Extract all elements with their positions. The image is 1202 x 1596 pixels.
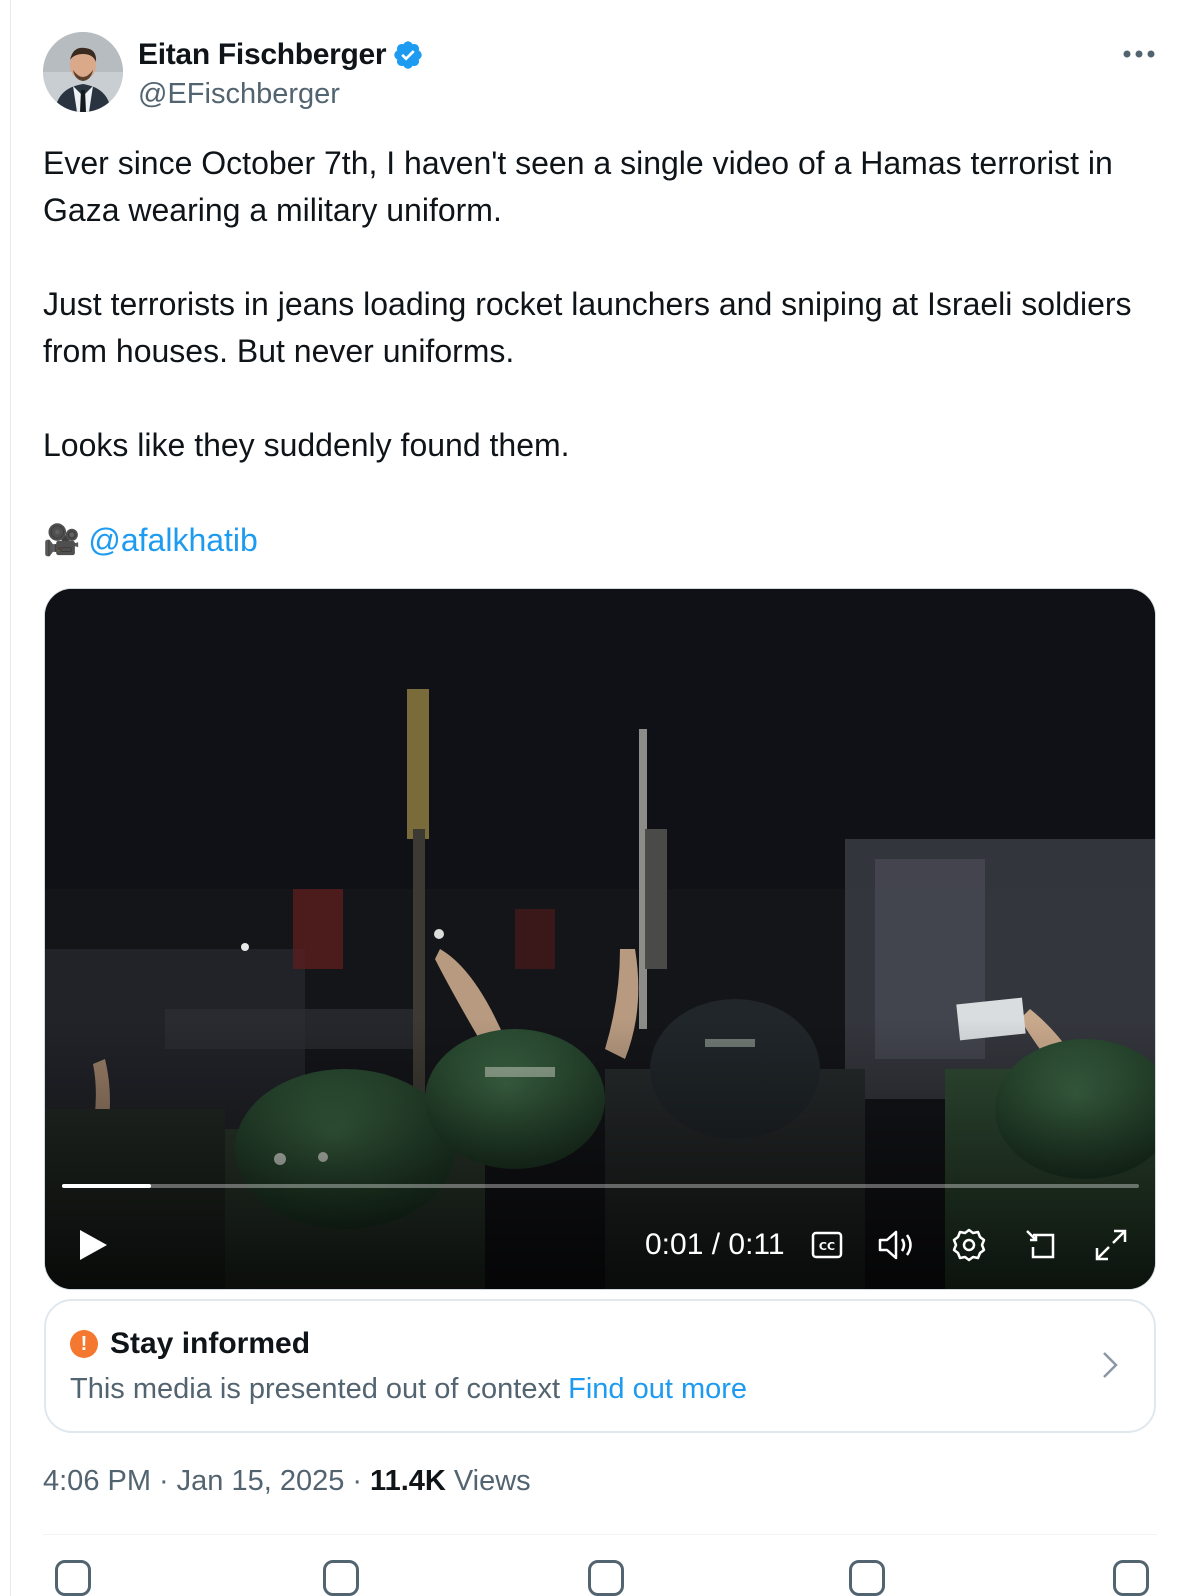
tweet-paragraph: Just terrorists in jeans loading rocket … — [43, 286, 1132, 369]
notice-title-row: ! Stay informed — [70, 1327, 310, 1361]
like-icon[interactable] — [588, 1560, 624, 1596]
captions-icon: CC — [811, 1231, 843, 1259]
chevron-right-icon — [1103, 1352, 1118, 1378]
bookmark-icon[interactable] — [849, 1560, 885, 1596]
repost-icon[interactable] — [323, 1560, 359, 1596]
divider — [43, 1534, 1157, 1535]
movie-camera-icon: 🎥 — [43, 524, 81, 557]
tweet-date[interactable]: Jan 15, 2025 — [177, 1465, 345, 1498]
credit-mention-link[interactable]: @afalkhatib — [88, 517, 257, 564]
play-button[interactable] — [73, 1225, 113, 1265]
name-row: Eitan Fischberger — [138, 38, 424, 72]
video-player[interactable]: 0:01 / 0:11 CC — [44, 588, 1156, 1290]
tweet-text: Ever since October 7th, I haven't seen a… — [43, 140, 1163, 469]
tweet-time[interactable]: 4:06 PM — [43, 1465, 151, 1498]
alert-icon: ! — [70, 1330, 98, 1358]
settings-gear-icon — [952, 1228, 986, 1262]
meta-separator: · — [352, 1465, 363, 1497]
tweet-paragraph: Ever since October 7th, I haven't seen a… — [43, 145, 1113, 228]
tweet-metadata: 4:06 PM · Jan 15, 2025 · 11.4K Views — [43, 1465, 531, 1498]
volume-button[interactable] — [877, 1225, 917, 1265]
find-out-more-link[interactable]: Find out more — [568, 1373, 747, 1405]
svg-text:CC: CC — [819, 1240, 835, 1253]
author-handle[interactable]: @EFischberger — [138, 78, 340, 111]
meta-separator: · — [159, 1465, 169, 1497]
fullscreen-button[interactable] — [1091, 1225, 1131, 1265]
fullscreen-icon — [1095, 1229, 1127, 1261]
notice-title: Stay informed — [110, 1327, 311, 1360]
share-icon[interactable] — [1113, 1560, 1149, 1596]
avatar[interactable] — [43, 32, 123, 112]
context-notice-card[interactable]: ! Stay informed This media is presented … — [44, 1299, 1156, 1433]
picture-in-picture-button[interactable] — [1021, 1225, 1061, 1265]
volume-icon — [878, 1230, 912, 1260]
notice-body: This media is presented out of context F… — [70, 1373, 747, 1406]
video-progress-bar[interactable] — [62, 1184, 1139, 1188]
video-progress-fill — [62, 1184, 152, 1188]
play-icon — [80, 1230, 107, 1260]
more-options-button[interactable] — [1119, 34, 1159, 74]
verified-badge-icon[interactable] — [392, 39, 424, 71]
captions-button[interactable]: CC — [809, 1225, 845, 1265]
more-dots-icon — [1123, 50, 1155, 58]
tweet-paragraph: Looks like they suddenly found them. — [43, 427, 570, 463]
video-credit: 🎥 @afalkhatib — [43, 517, 258, 564]
settings-button[interactable] — [949, 1225, 989, 1265]
tweet-header: Eitan Fischberger @EFischberger — [43, 32, 1159, 114]
views-label: Views — [453, 1465, 531, 1497]
avatar-image — [43, 32, 123, 112]
display-name[interactable]: Eitan Fischberger — [138, 38, 387, 72]
pip-icon — [1026, 1230, 1055, 1259]
tweet-action-bar — [43, 1556, 1153, 1596]
reply-icon[interactable] — [55, 1560, 91, 1596]
notice-body-text: This media is presented out of context — [70, 1373, 561, 1405]
video-time-display: 0:01 / 0:11 — [645, 1228, 785, 1261]
views-count: 11.4K — [370, 1465, 446, 1497]
timeline-left-border — [10, 0, 11, 1596]
